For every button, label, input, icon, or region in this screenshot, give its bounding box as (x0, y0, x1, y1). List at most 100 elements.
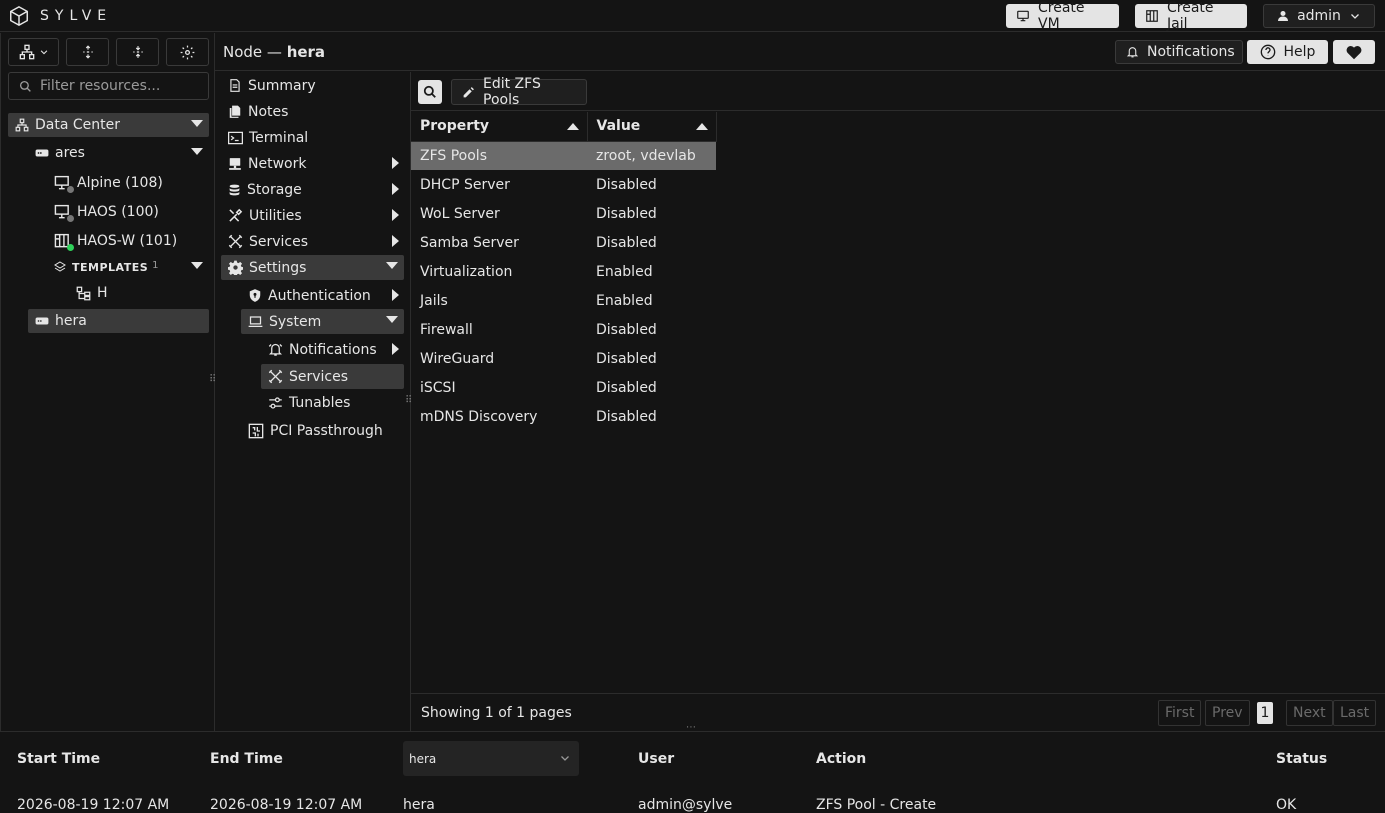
page-number-button[interactable]: 1 (1257, 702, 1273, 724)
tree-view-button[interactable] (8, 38, 59, 66)
table-row[interactable]: ZFS Pools zroot, vdevlab (411, 141, 716, 170)
table-row[interactable]: WireGuard Disabled (411, 344, 716, 373)
table-row[interactable]: Virtualization Enabled (411, 257, 716, 286)
first-page-button[interactable]: First (1158, 700, 1202, 726)
menu-label: Summary (248, 77, 316, 94)
caret-right-icon[interactable] (392, 289, 399, 301)
caret-down-icon[interactable] (191, 148, 203, 155)
menu-settings[interactable]: Settings (221, 255, 404, 280)
menu-system[interactable]: System (241, 309, 404, 334)
menu-label: PCI Passthrough (270, 422, 383, 439)
table-row[interactable]: iSCSI Disabled (411, 373, 716, 402)
cell-property: ZFS Pools (411, 141, 587, 170)
menu-terminal[interactable]: Terminal (228, 125, 308, 150)
collapse-all-button[interactable] (116, 38, 159, 66)
menu-pci-passthrough[interactable]: PCI Passthrough (248, 418, 383, 443)
menu-utilities[interactable]: Utilities (228, 203, 407, 228)
cell-value: Disabled (596, 379, 657, 396)
menu-label: Services (289, 368, 349, 385)
chevron-down-icon (39, 47, 49, 57)
monitor-icon (1016, 9, 1030, 23)
menu-storage[interactable]: Storage (228, 177, 407, 202)
caret-right-icon[interactable] (392, 343, 399, 355)
user-icon (1277, 10, 1289, 22)
caret-down-icon[interactable] (386, 262, 398, 269)
node-header: Node — hera Notifications Help (215, 33, 1385, 71)
caret-right-icon[interactable] (392, 157, 399, 169)
task-end-time: 2026-08-19 12:07 AM (210, 797, 363, 813)
caret-right-icon[interactable] (392, 235, 399, 247)
notes-icon (228, 104, 242, 119)
column-header-end-time[interactable]: End Time (210, 751, 283, 767)
next-page-button[interactable]: Next (1286, 700, 1333, 726)
server-icon (35, 316, 49, 326)
caret-down-icon[interactable] (191, 120, 203, 127)
caret-down-icon[interactable] (191, 262, 203, 269)
tree-label: HAOS-W (101) (77, 233, 178, 249)
menu-summary[interactable]: Summary (228, 73, 316, 98)
column-header-user[interactable]: User (638, 751, 674, 767)
tree-item-alpine[interactable]: Alpine (108) (54, 171, 204, 195)
user-name: admin (1297, 8, 1341, 24)
column-header-start-time[interactable]: Start Time (17, 751, 100, 767)
menu-label: Utilities (249, 207, 302, 224)
search-button[interactable] (418, 80, 442, 104)
content-toolbar: Edit ZFS Pools (411, 72, 1385, 111)
menu-system-services[interactable]: Services (261, 364, 404, 389)
settings-button[interactable] (166, 38, 209, 66)
help-button[interactable]: Help (1247, 40, 1328, 64)
task-start-time: 2026-08-19 12:07 AM (17, 797, 170, 813)
notifications-button[interactable]: Notifications (1115, 40, 1243, 64)
last-page-button[interactable]: Last (1333, 700, 1377, 726)
table-row[interactable]: DHCP Server Disabled (411, 170, 716, 199)
table-row[interactable]: mDNS Discovery Disabled (411, 402, 716, 431)
caret-right-icon[interactable] (392, 183, 399, 195)
column-label: Value (596, 118, 641, 135)
expand-all-button[interactable] (66, 38, 109, 66)
tree-item-template-h[interactable]: H (76, 281, 196, 305)
table-row[interactable]: Samba Server Disabled (411, 228, 716, 257)
caret-down-icon[interactable] (386, 316, 398, 323)
jail-icon (54, 233, 74, 251)
tree-item-ares[interactable]: ares (28, 141, 209, 165)
search-icon (19, 80, 32, 93)
user-menu-button[interactable]: admin (1263, 4, 1375, 28)
menu-authentication[interactable]: Authentication (248, 283, 407, 308)
tree-item-templates[interactable]: TEMPLATES 1 (54, 255, 209, 279)
table-row[interactable]: Firewall Disabled (411, 315, 716, 344)
tree-item-haos[interactable]: HAOS (100) (54, 200, 204, 224)
node-filter-select[interactable]: hera (403, 741, 579, 776)
column-header-value[interactable]: Value (587, 112, 717, 142)
create-vm-button[interactable]: Create VM (1006, 0, 1119, 32)
tree-item-haos-w[interactable]: HAOS-W (101) (54, 229, 204, 253)
task-status: OK (1276, 797, 1297, 813)
menu-tunables[interactable]: Tunables (268, 390, 350, 415)
app-name: SYLVE (40, 8, 113, 24)
column-header-property[interactable]: Property (411, 112, 588, 142)
menu-notifications[interactable]: Notifications (268, 337, 407, 362)
template-icon (76, 286, 91, 301)
menu-services[interactable]: Services (228, 229, 407, 254)
menu-label: Network (248, 155, 307, 172)
caret-right-icon[interactable] (392, 209, 399, 221)
filter-input[interactable] (40, 78, 200, 94)
tree-item-hera[interactable]: hera (28, 309, 209, 333)
templates-count: 1 (152, 259, 159, 271)
table-row[interactable]: Jails Enabled (411, 286, 716, 315)
tree-item-datacenter[interactable]: Data Center (8, 113, 209, 137)
menu-notes[interactable]: Notes (228, 99, 288, 124)
edit-zfs-pools-button[interactable]: Edit ZFS Pools (451, 76, 587, 108)
menu-network[interactable]: Network (228, 151, 407, 176)
cell-value: Disabled (596, 408, 657, 425)
table-row[interactable]: WoL Server Disabled (411, 199, 716, 228)
prev-page-button[interactable]: Prev (1205, 700, 1250, 726)
column-header-status[interactable]: Status (1276, 751, 1327, 767)
column-header-action[interactable]: Action (816, 751, 866, 767)
filter-resources[interactable] (8, 72, 209, 100)
app-logo[interactable]: SYLVE (8, 5, 112, 27)
column-label: Property (420, 118, 490, 135)
cell-property: DHCP Server (420, 176, 510, 193)
donate-button[interactable] (1333, 40, 1375, 64)
create-jail-button[interactable]: Create Jail (1135, 0, 1247, 32)
gear-icon (180, 45, 195, 60)
